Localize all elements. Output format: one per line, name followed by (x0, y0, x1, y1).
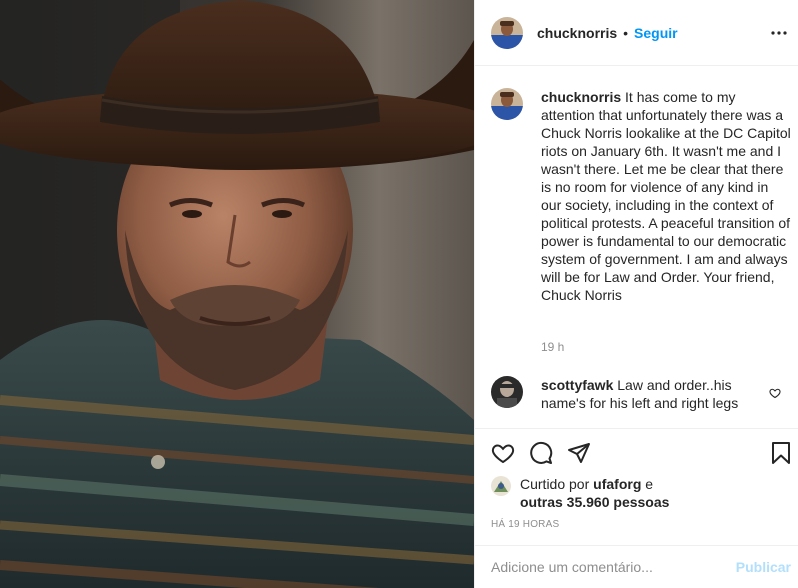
liked-by-joiner: e (645, 476, 654, 492)
commenter-avatar-icon (491, 376, 523, 408)
avatar[interactable] (491, 376, 523, 408)
action-icons (491, 441, 591, 465)
user-avatar-icon (491, 88, 523, 120)
caption-username[interactable]: chucknorris (541, 89, 621, 105)
add-comment-input[interactable] (491, 556, 721, 578)
comment-item: scottyfawk Law and order..his name's for… (491, 376, 791, 412)
follow-button[interactable]: Seguir (634, 25, 678, 41)
post-header: chucknorris • Seguir (475, 0, 798, 66)
caption-body: It has come to my attention that unfortu… (541, 89, 791, 303)
post-time-ago[interactable]: HÁ 19 HORAS (491, 519, 559, 530)
chuck-norris-portrait-image (0, 0, 474, 588)
comment-username[interactable]: scottyfawk (541, 377, 613, 393)
separator-dot: • (623, 24, 629, 41)
post-photo[interactable] (0, 0, 474, 588)
instagram-post-view: chucknorris • Seguir chucknorris It has … (0, 0, 798, 588)
liked-by-prefix: Curtido por (520, 476, 590, 492)
avatar[interactable] (491, 88, 523, 120)
caption-timestamp[interactable]: 19 h (541, 340, 564, 354)
liked-by-others-link[interactable]: outras 35.960 pessoas (520, 494, 669, 510)
add-comment-bar: Publicar (475, 545, 798, 588)
heart-icon[interactable] (491, 441, 515, 465)
post-actions-section: Curtido por ufaforg e outras 35.960 pess… (475, 428, 798, 588)
caption-text-block: chucknorris It has come to my attention … (541, 88, 791, 304)
post-author-username[interactable]: chucknorris (537, 25, 617, 41)
publish-comment-button[interactable]: Publicar (736, 559, 791, 575)
liked-by-row: Curtido por ufaforg e outras 35.960 pess… (491, 475, 669, 511)
avatar[interactable] (491, 16, 523, 49)
comment-icon[interactable] (529, 441, 553, 465)
post-side-panel: chucknorris • Seguir chucknorris It has … (474, 0, 798, 588)
share-icon[interactable] (567, 441, 591, 465)
post-caption: chucknorris It has come to my attention … (491, 88, 791, 304)
user-avatar-icon (491, 16, 523, 49)
more-options-icon[interactable] (767, 21, 791, 45)
liked-by-username[interactable]: ufaforg (593, 476, 641, 492)
avatar[interactable] (491, 476, 511, 496)
comment-text-block: scottyfawk Law and order..his name's for… (541, 376, 763, 412)
liked-by-text: Curtido por ufaforg e outras 35.960 pess… (520, 475, 669, 511)
liker-avatar-icon (491, 476, 511, 496)
bookmark-icon[interactable] (769, 441, 793, 465)
comment-like-heart-icon[interactable] (769, 386, 781, 402)
